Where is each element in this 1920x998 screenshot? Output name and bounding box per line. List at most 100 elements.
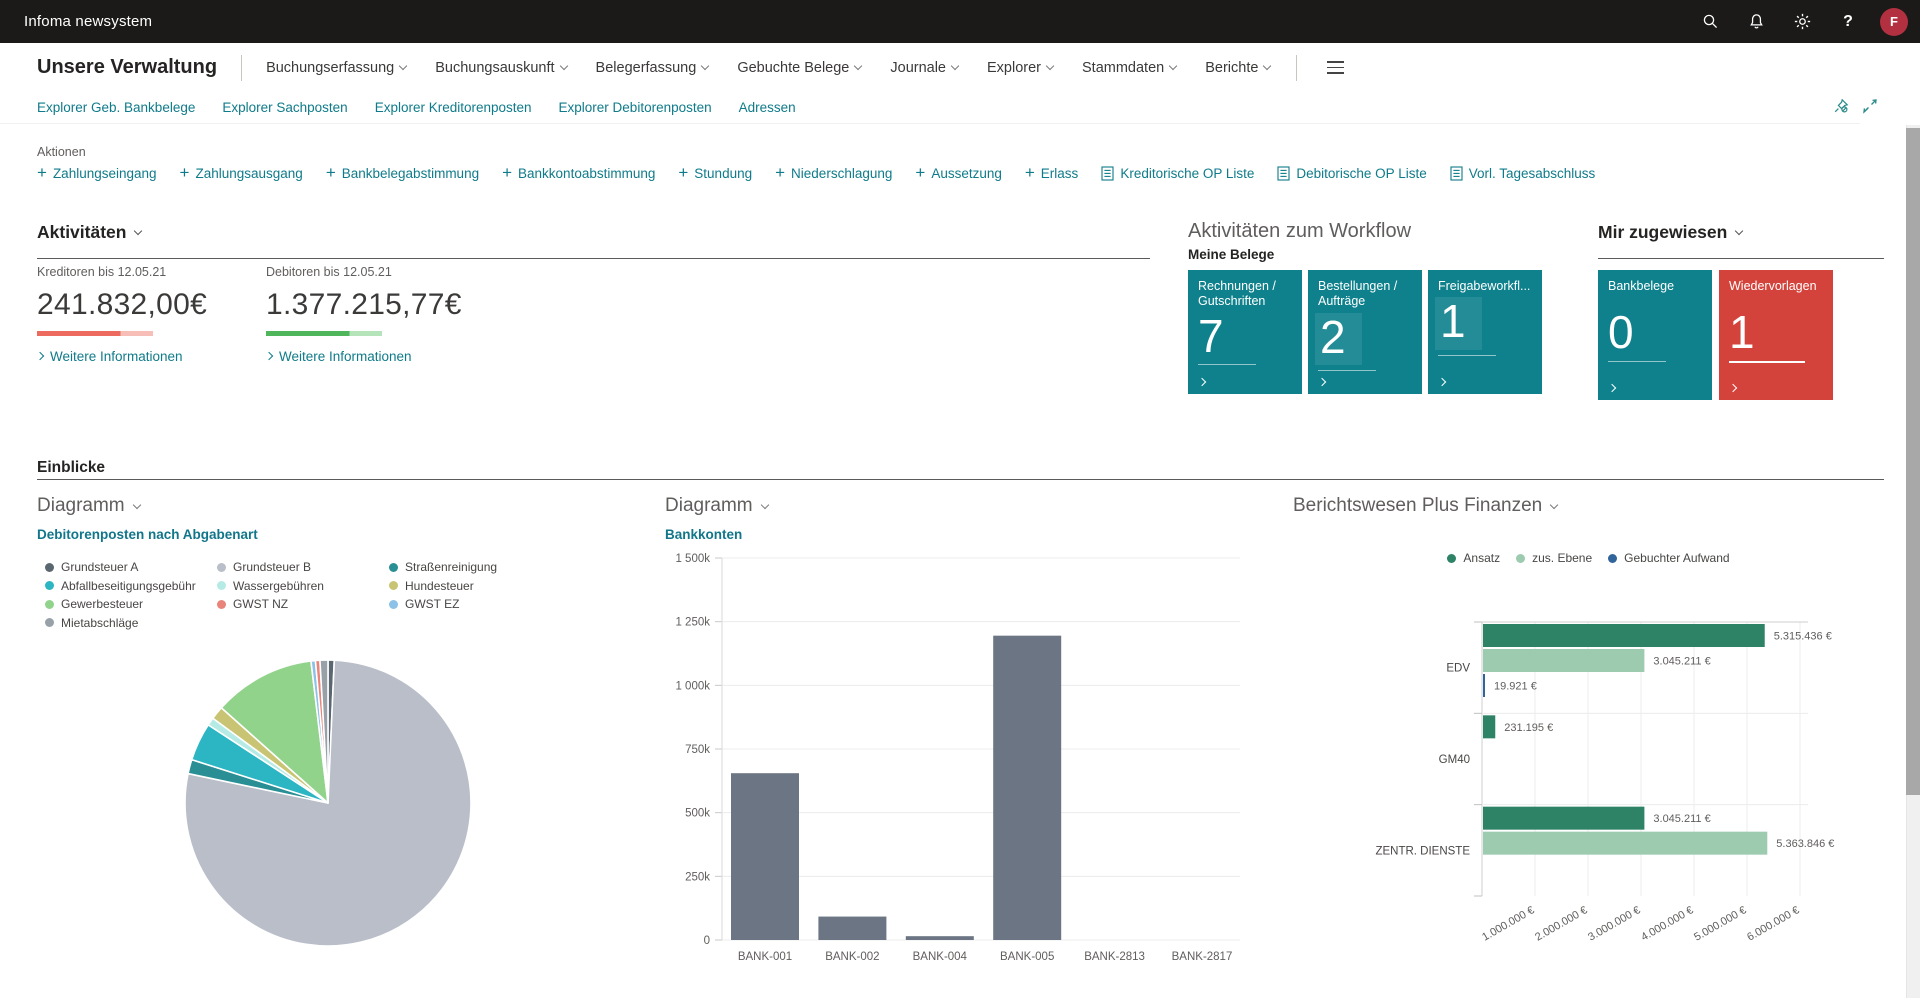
workflow-cue-tile[interactable]: Freigabeworkfl... 1	[1428, 270, 1542, 394]
assigned-cue-tile[interactable]: Bankbelege 0	[1598, 270, 1712, 400]
nav-menu-item[interactable]: Belegerfassung	[596, 60, 709, 76]
legend-item: Ansatz	[1447, 551, 1500, 565]
action-report-link[interactable]: Debitorische OP Liste	[1277, 166, 1426, 181]
section-divider	[1598, 258, 1884, 259]
nav-divider	[241, 55, 242, 81]
svg-text:231.195 €: 231.195 €	[1504, 722, 1553, 734]
legend-swatch	[45, 600, 54, 609]
role-center-title[interactable]: Unsere Verwaltung	[37, 56, 217, 79]
nav-menu-item[interactable]: Stammdaten	[1082, 60, 1176, 76]
nav-menu-item[interactable]: Gebuchte Belege	[737, 60, 861, 76]
svg-text:6.000.000 €: 6.000.000 €	[1745, 904, 1801, 943]
nav-menu-item[interactable]: Berichte	[1205, 60, 1270, 76]
nav-menu-item[interactable]: Buchungsauskunft	[435, 60, 566, 76]
action-new-link[interactable]: + Erlass	[1025, 166, 1078, 181]
tile-count: 1	[1435, 297, 1482, 350]
unpin-icon[interactable]	[1833, 98, 1849, 119]
svg-text:BANK-005: BANK-005	[1000, 951, 1054, 963]
chevron-down-icon	[701, 62, 709, 70]
plus-icon: +	[678, 164, 688, 181]
action-new-link[interactable]: + Bankbelegabstimmung	[326, 166, 479, 181]
legend-item: Hundesteuer	[389, 579, 497, 593]
svg-text:ZENTR. DIENSTE: ZENTR. DIENSTE	[1375, 845, 1470, 857]
action-new-link[interactable]: + Zahlungsausgang	[180, 166, 303, 181]
chevron-right-icon	[1318, 378, 1326, 386]
activities-section-header[interactable]: Aktivitäten	[37, 222, 141, 243]
assigned-cue-tile[interactable]: Wiedervorlagen 1	[1719, 270, 1833, 400]
action-new-link[interactable]: + Bankkontoabstimmung	[502, 166, 655, 181]
kpi-trend-bar	[37, 331, 153, 336]
svg-text:BANK-2813: BANK-2813	[1084, 951, 1145, 963]
chevron-right-icon	[1608, 384, 1616, 392]
user-avatar[interactable]: F	[1880, 8, 1908, 36]
svg-text:BANK-2817: BANK-2817	[1172, 951, 1233, 963]
subnav-link[interactable]: Explorer Debitorenposten	[559, 100, 712, 115]
svg-text:1 250k: 1 250k	[675, 617, 710, 629]
hbar-chart-header[interactable]: Berichtswesen Plus Finanzen	[1293, 495, 1557, 517]
svg-text:0: 0	[704, 935, 710, 947]
help-icon[interactable]: ?	[1830, 4, 1866, 40]
workflow-subtitle: Meine Belege	[1188, 247, 1274, 262]
workflow-tiles: Rechnungen / Gutschriften 7 Bestellungen…	[1188, 270, 1542, 394]
action-new-link[interactable]: + Niederschlagung	[775, 166, 892, 181]
assigned-section-header[interactable]: Mir zugewiesen	[1598, 222, 1742, 243]
hbar-legend: Ansatz zus. Ebene Gebuchter Aufwand	[1293, 551, 1884, 565]
assigned-tiles: Bankbelege 0 Wiedervorlagen 1	[1598, 270, 1833, 400]
top-app-bar: Infoma newsystem ? F	[0, 0, 1920, 43]
svg-text:BANK-001: BANK-001	[738, 951, 792, 963]
action-report-link[interactable]: Vorl. Tagesabschluss	[1450, 166, 1596, 181]
workflow-cue-tile[interactable]: Bestellungen / Aufträge 2	[1308, 270, 1422, 394]
chevron-down-icon	[134, 227, 142, 235]
legend-swatch	[45, 563, 54, 572]
subnav-link[interactable]: Adressen	[739, 100, 796, 115]
action-report-link[interactable]: Kreditorische OP Liste	[1101, 166, 1254, 181]
svg-text:5.315.436 €: 5.315.436 €	[1774, 631, 1832, 643]
legend-swatch	[217, 600, 226, 609]
notifications-bell-icon[interactable]	[1738, 4, 1774, 40]
list-document-icon	[1277, 166, 1290, 181]
plus-icon: +	[180, 164, 190, 181]
workflow-cue-tile[interactable]: Rechnungen / Gutschriften 7	[1188, 270, 1302, 394]
settings-gear-icon[interactable]	[1784, 4, 1820, 40]
subnav-link[interactable]: Explorer Geb. Bankbelege	[37, 100, 195, 115]
search-icon[interactable]	[1692, 4, 1728, 40]
pie-chart-title[interactable]: Debitorenposten nach Abgabenart	[37, 527, 258, 542]
svg-text:GM40: GM40	[1439, 754, 1470, 766]
chevron-down-icon	[132, 500, 140, 508]
action-new-link[interactable]: + Stundung	[678, 166, 752, 181]
more-information-link[interactable]: Weitere Informationen	[266, 349, 486, 364]
legend-item: Grundsteuer B	[217, 560, 324, 574]
section-divider	[37, 479, 1884, 480]
kpi-label: Debitoren bis 12.05.21	[266, 265, 486, 279]
action-new-link[interactable]: + Zahlungseingang	[37, 166, 157, 181]
bankkonten-bar-chart: 1 500k1 250k1 000k750k500k250k0BANK-001B…	[665, 545, 1245, 975]
nav-menu-item[interactable]: Explorer	[987, 60, 1053, 76]
chevron-right-icon	[1438, 378, 1446, 386]
pie-legend-col-3: Straßenreinigung Hundesteuer GWST EZ	[389, 560, 497, 611]
svg-text:5.000.000 €: 5.000.000 €	[1692, 904, 1748, 943]
more-options-hamburger-icon[interactable]	[1323, 57, 1348, 78]
svg-text:3.000.000 €: 3.000.000 €	[1586, 904, 1642, 943]
bar-chart-header[interactable]: Diagramm	[665, 495, 768, 517]
action-new-link[interactable]: + Aussetzung	[915, 166, 1001, 181]
legend-swatch	[1608, 554, 1617, 563]
svg-text:1 000k: 1 000k	[675, 680, 710, 692]
nav-menu-item[interactable]: Journale	[890, 60, 958, 76]
collapse-icon[interactable]	[1862, 98, 1878, 119]
kpi-value[interactable]: 241.832,00€	[37, 288, 257, 322]
subnav-link[interactable]: Explorer Kreditorenposten	[375, 100, 532, 115]
nav-menu-item[interactable]: Buchungserfassung	[266, 60, 406, 76]
list-document-icon	[1450, 166, 1463, 181]
svg-text:750k: 750k	[685, 744, 710, 756]
subnav-link[interactable]: Explorer Sachposten	[222, 100, 347, 115]
more-information-link[interactable]: Weitere Informationen	[37, 349, 257, 364]
pie-chart-header[interactable]: Diagramm	[37, 495, 140, 517]
tile-count: 2	[1315, 313, 1362, 366]
legend-item: GWST EZ	[389, 597, 497, 611]
plus-icon: +	[37, 164, 47, 181]
vertical-scrollbar-thumb[interactable]	[1906, 128, 1920, 795]
legend-item: zus. Ebene	[1516, 551, 1592, 565]
bar-chart-title[interactable]: Bankkonten	[665, 527, 742, 542]
kpi-value[interactable]: 1.377.215,77€	[266, 288, 486, 322]
nav-menu-list: Buchungserfassung Buchungsauskunft Beleg…	[266, 60, 1270, 76]
